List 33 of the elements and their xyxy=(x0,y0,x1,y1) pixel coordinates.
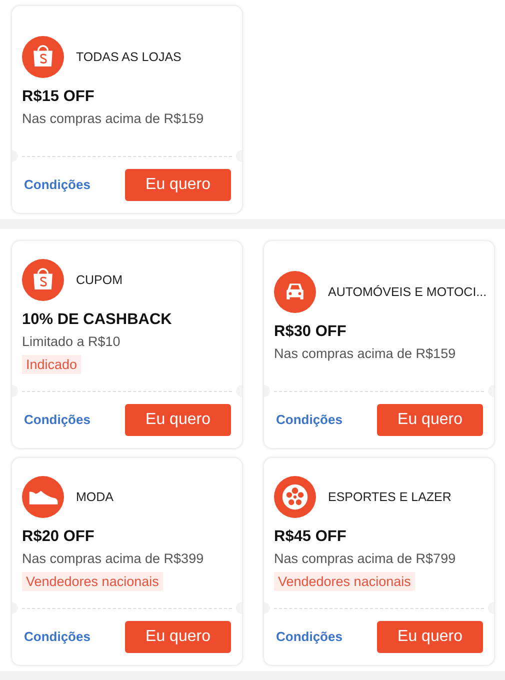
shopping-bag-icon xyxy=(22,258,64,300)
condition-text: Nas compras acima de R$799 xyxy=(274,550,457,566)
claim-button[interactable]: Eu quero xyxy=(377,404,483,436)
category-title: ESPORTES E LAZER xyxy=(328,490,452,504)
conditions-link[interactable]: Condições xyxy=(24,177,90,192)
conditions-link[interactable]: Condições xyxy=(24,412,90,427)
discount-amount: R$30 OFF xyxy=(274,323,348,341)
conditions-link[interactable]: Condições xyxy=(276,412,342,427)
conditions-link[interactable]: Condições xyxy=(24,629,90,644)
condition-text: Nas compras acima de R$399 xyxy=(22,550,205,566)
condition-text: Nas compras acima de R$159 xyxy=(22,111,205,126)
discount-amount: R$20 OFF xyxy=(22,528,96,546)
category-title: CUPOM xyxy=(76,272,123,286)
claim-button[interactable]: Eu quero xyxy=(125,620,231,652)
claim-button[interactable]: Eu quero xyxy=(125,168,231,200)
sneaker-icon xyxy=(22,476,64,518)
shopping-bag-icon xyxy=(22,36,64,78)
condition-text: Limitado a R$10 xyxy=(22,334,122,348)
category-title: AUTOMÓVEIS E MOTOCI... xyxy=(328,285,487,299)
discount-amount: R$45 OFF xyxy=(274,528,348,546)
claim-button[interactable]: Eu quero xyxy=(125,404,231,436)
discount-amount: 10% DE CASHBACK xyxy=(22,310,173,328)
discount-amount: R$15 OFF xyxy=(22,88,96,106)
condition-text: Nas compras acima de R$159 xyxy=(274,346,457,361)
coupon-tag: Vendedores nacionais xyxy=(22,572,163,590)
claim-button[interactable]: Eu quero xyxy=(377,620,483,652)
category-title: MODA xyxy=(76,490,114,504)
conditions-link[interactable]: Condições xyxy=(276,629,342,644)
coupon-tag: Indicado xyxy=(22,354,82,374)
coupon-tag: Vendedores nacionais xyxy=(274,572,415,590)
ball-icon xyxy=(274,476,316,518)
category-title: TODAS AS LOJAS xyxy=(76,50,182,64)
car-icon xyxy=(274,271,316,313)
